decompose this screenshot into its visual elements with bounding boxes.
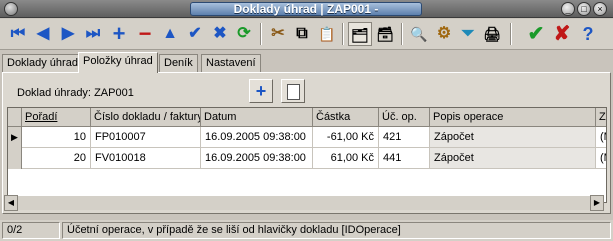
cell-popis-operace[interactable]: Zápočet xyxy=(430,148,596,169)
view-b-button[interactable]: 🗃 xyxy=(373,22,397,46)
tab-nastaveni[interactable]: Nastavení xyxy=(201,54,261,72)
add-record-button[interactable]: + xyxy=(107,22,131,46)
cancel-record-button[interactable]: ✖ xyxy=(208,22,232,46)
column-header-popis-operace[interactable]: Popis operace xyxy=(430,108,596,127)
table-row[interactable]: ▶ 10 FP010007 16.09.2005 09:38:00 -61,00… xyxy=(8,127,606,148)
next-record-button[interactable]: ▶ xyxy=(56,22,80,46)
toolbar-separator xyxy=(260,23,262,45)
toolbar-separator xyxy=(510,23,512,45)
post-record-button[interactable]: ✔ xyxy=(183,22,207,46)
refresh-button[interactable]: ⟳ xyxy=(232,22,256,46)
column-header-poradi[interactable]: Pořadí xyxy=(22,108,91,127)
items-panel: Doklad úhrady: ZAP001 + Pořadí Číslo dok… xyxy=(2,72,611,214)
row-indicator xyxy=(8,148,22,169)
print-button[interactable]: 🖨 xyxy=(480,22,504,46)
cancel-button[interactable]: ✘ xyxy=(550,22,574,46)
cell-poradi[interactable]: 20 xyxy=(22,148,91,169)
search-button[interactable]: 🔍 xyxy=(407,22,431,46)
close-button[interactable]: × xyxy=(593,2,607,16)
column-header-cislo-dokladu[interactable]: Číslo dokladu / faktury xyxy=(91,108,201,127)
window-menu-icon[interactable] xyxy=(4,2,18,16)
horizontal-scrollbar[interactable]: ◀ ▶ xyxy=(4,195,604,211)
row-indicator-icon: ▶ xyxy=(8,127,22,148)
scroll-right-icon[interactable]: ▶ xyxy=(590,195,604,211)
title-bar: Doklady úhrad | ZAP001 - _ □ × xyxy=(0,0,613,18)
add-item-button[interactable]: + xyxy=(249,79,273,103)
tab-polozky-uhrad[interactable]: Položky úhrad xyxy=(78,52,158,73)
column-header-datum[interactable]: Datum xyxy=(201,108,313,127)
tab-denik[interactable]: Deník xyxy=(159,54,198,72)
document-label: Doklad úhrady: ZAP001 xyxy=(17,87,134,99)
column-header-zp[interactable]: Zp xyxy=(596,108,606,127)
minimize-button[interactable]: _ xyxy=(561,2,575,16)
prev-record-button[interactable]: ◀ xyxy=(31,22,55,46)
first-record-button[interactable]: ⏮ xyxy=(6,22,30,46)
filter-button[interactable]: ⏷ xyxy=(456,22,480,46)
cell-zp[interactable]: (M xyxy=(596,127,606,148)
ok-button[interactable]: ✔ xyxy=(524,22,548,46)
window-title: Doklady úhrad | ZAP001 - xyxy=(190,2,422,16)
cell-cislo-dokladu[interactable]: FP010007 xyxy=(91,127,201,148)
cell-poradi[interactable]: 10 xyxy=(22,127,91,148)
column-header-uc-op[interactable]: Úč. op. xyxy=(379,108,430,127)
tab-strip: Doklady úhrad Položky úhrad Deník Nastav… xyxy=(0,52,613,73)
maximize-button[interactable]: □ xyxy=(577,2,591,16)
cell-castka[interactable]: 61,00 Kč xyxy=(313,148,379,169)
tab-doklady-uhrad[interactable]: Doklady úhrad xyxy=(2,54,83,72)
cell-datum[interactable]: 16.09.2005 09:38:00 xyxy=(201,148,313,169)
cell-uc-op[interactable]: 421 xyxy=(379,127,430,148)
status-hint: Účetní operace, v případě že se liší od … xyxy=(62,222,611,239)
record-counter: 0/2 xyxy=(2,222,60,239)
settings-button[interactable]: ⚙ xyxy=(432,22,456,46)
help-button[interactable]: ? xyxy=(576,22,600,46)
delete-record-button[interactable]: − xyxy=(133,22,157,46)
view-a-button[interactable]: 🗂 xyxy=(348,22,372,46)
toolbar-separator xyxy=(342,23,344,45)
items-grid[interactable]: Pořadí Číslo dokladu / faktury Datum Čás… xyxy=(7,107,607,203)
table-row[interactable]: 20 FV010018 16.09.2005 09:38:00 61,00 Kč… xyxy=(8,148,606,169)
document-icon xyxy=(286,83,300,100)
paste-button[interactable]: 📋 xyxy=(315,22,339,46)
cut-button[interactable]: ✂ xyxy=(266,22,290,46)
last-record-button[interactable]: ⏭ xyxy=(81,22,105,46)
cell-cislo-dokladu[interactable]: FV010018 xyxy=(91,148,201,169)
document-number: ZAP001 xyxy=(94,87,134,99)
cell-castka[interactable]: -61,00 Kč xyxy=(313,127,379,148)
document-lookup-button[interactable] xyxy=(281,79,305,103)
toolbar-separator xyxy=(401,23,403,45)
edit-record-button[interactable]: ▲ xyxy=(158,22,182,46)
grid-corner xyxy=(8,108,22,127)
cell-popis-operace[interactable]: Zápočet xyxy=(430,127,596,148)
column-header-castka[interactable]: Částka xyxy=(313,108,379,127)
scroll-track[interactable] xyxy=(18,196,590,210)
main-toolbar: ⏮ ◀ ▶ ⏭ + − ▲ ✔ ✖ ⟳ ✂ ⧉ 📋 🗂 🗃 🔍 ⚙ ⏷ 🖨 ✔ … xyxy=(0,19,613,50)
cell-datum[interactable]: 16.09.2005 09:38:00 xyxy=(201,127,313,148)
copy-button[interactable]: ⧉ xyxy=(290,22,314,46)
plus-icon: + xyxy=(255,81,267,101)
status-bar: 0/2 Účetní operace, v případě že se liší… xyxy=(0,220,613,241)
cell-uc-op[interactable]: 441 xyxy=(379,148,430,169)
scroll-left-icon[interactable]: ◀ xyxy=(4,195,18,211)
cell-zp[interactable]: (M xyxy=(596,148,606,169)
document-label-text: Doklad úhrady: xyxy=(17,87,91,99)
